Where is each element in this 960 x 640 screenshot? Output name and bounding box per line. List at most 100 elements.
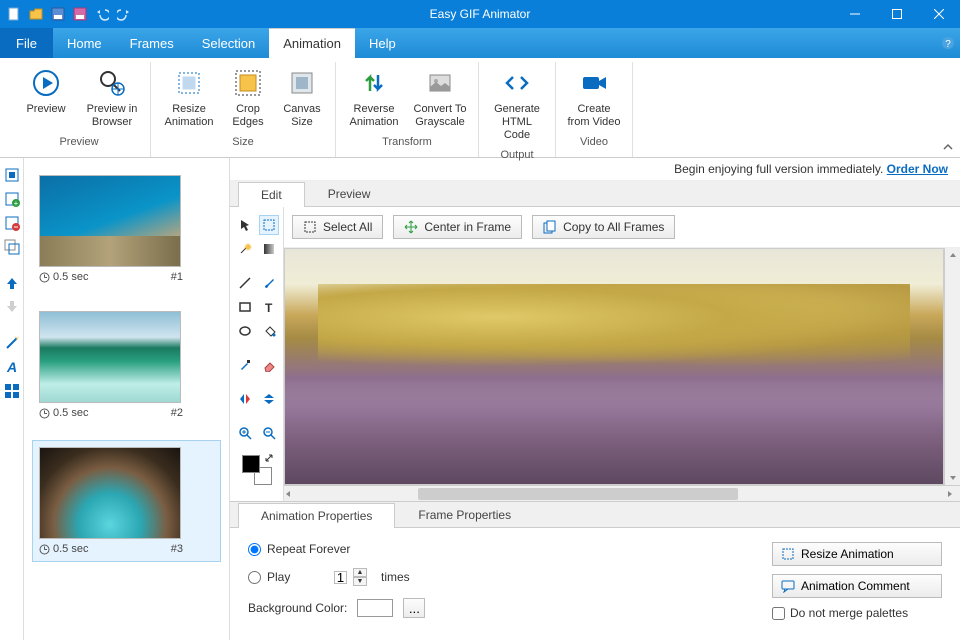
bg-color-swatch[interactable]: [357, 599, 393, 617]
eyedropper-tool-icon[interactable]: [235, 355, 255, 375]
qat-save-icon[interactable]: [50, 6, 66, 22]
ellipse-tool-icon[interactable]: [235, 321, 255, 341]
left-dock: + A: [0, 158, 24, 640]
close-button[interactable]: [918, 0, 960, 28]
dock-delete-frame-icon[interactable]: [3, 214, 21, 232]
frame-thumb[interactable]: 0.5 sec#1: [32, 168, 221, 290]
dock-move-up-icon[interactable]: [3, 274, 21, 292]
canvas-image: [285, 249, 943, 484]
group-video-label: Video: [580, 134, 608, 152]
rect-tool-icon[interactable]: [235, 297, 255, 317]
window-title: Easy GIF Animator: [0, 7, 960, 21]
bg-color-picker-button[interactable]: ...: [403, 598, 425, 618]
tab-selection[interactable]: Selection: [188, 28, 269, 58]
preview-button[interactable]: Preview: [14, 62, 78, 134]
marquee-tool-icon[interactable]: [259, 215, 279, 235]
qat-new-icon[interactable]: [6, 6, 22, 22]
frame-thumb[interactable]: 0.5 sec#3: [32, 440, 221, 562]
svg-text:T: T: [265, 301, 273, 314]
frame-image: [39, 447, 181, 539]
tab-home[interactable]: Home: [53, 28, 116, 58]
text-tool-icon[interactable]: T: [259, 297, 279, 317]
dock-new-frame-icon[interactable]: [3, 166, 21, 184]
group-output-label: Output: [500, 147, 533, 165]
generate-html-button[interactable]: Generate HTML Code: [485, 62, 549, 147]
resize-animation-button[interactable]: Resize Animation: [157, 62, 221, 134]
title-bar: Easy GIF Animator: [0, 0, 960, 28]
promo-bar: Begin enjoying full version immediately.…: [230, 158, 960, 181]
tab-edit[interactable]: Edit: [238, 182, 305, 207]
grayscale-button[interactable]: Convert To Grayscale: [408, 62, 472, 134]
times-spinner[interactable]: ▲▼: [353, 568, 367, 586]
create-from-video-button[interactable]: Create from Video: [562, 62, 626, 134]
dock-text-icon[interactable]: A: [3, 358, 21, 376]
dock-duplicate-icon[interactable]: [3, 238, 21, 256]
eraser-tool-icon[interactable]: [259, 355, 279, 375]
canvas[interactable]: [284, 248, 944, 485]
frame-thumb[interactable]: 0.5 sec#2: [32, 304, 221, 426]
gradient-tool-icon[interactable]: [259, 239, 279, 259]
repeat-forever-radio[interactable]: Repeat Forever: [248, 542, 568, 556]
preview-browser-button[interactable]: Preview in Browser: [80, 62, 144, 134]
crop-edges-button[interactable]: Crop Edges: [223, 62, 273, 134]
ribbon: Preview Preview in Browser Preview Resiz…: [0, 58, 960, 158]
vertical-scrollbar[interactable]: [944, 248, 960, 485]
scrollbar-thumb[interactable]: [418, 488, 738, 500]
dock-move-down-icon[interactable]: [3, 298, 21, 316]
foreground-color-swatch[interactable]: [242, 455, 260, 473]
order-now-link[interactable]: Order Now: [887, 162, 948, 176]
reverse-animation-button[interactable]: Reverse Animation: [342, 62, 406, 134]
tab-animation[interactable]: Animation: [269, 28, 355, 58]
animation-comment-button[interactable]: Animation Comment: [772, 574, 942, 598]
brush-tool-icon[interactable]: [259, 273, 279, 293]
color-swatch[interactable]: [242, 455, 272, 485]
ribbon-collapse-icon[interactable]: [942, 141, 954, 153]
tab-frame-props[interactable]: Frame Properties: [395, 502, 534, 527]
dock-grid-icon[interactable]: [3, 382, 21, 400]
tab-help[interactable]: Help: [355, 28, 410, 58]
minimize-button[interactable]: [834, 0, 876, 28]
svg-text:?: ?: [945, 39, 951, 50]
zoom-in-tool-icon[interactable]: [235, 423, 255, 443]
tab-frames[interactable]: Frames: [116, 28, 188, 58]
qat-open-icon[interactable]: [28, 6, 44, 22]
qat-saveas-icon[interactable]: [72, 6, 88, 22]
editor-tabs: Edit Preview: [230, 181, 960, 207]
properties-panel: Animation Properties Frame Properties Re…: [230, 501, 960, 640]
line-tool-icon[interactable]: [235, 273, 255, 293]
canvas-size-button[interactable]: Canvas Size: [275, 62, 329, 134]
group-transform-label: Transform: [382, 134, 432, 152]
select-all-button[interactable]: Select All: [292, 215, 383, 239]
bucket-tool-icon[interactable]: [259, 321, 279, 341]
svg-text:A: A: [6, 359, 17, 375]
flip-v-tool-icon[interactable]: [259, 389, 279, 409]
menu-bar: File Home Frames Selection Animation Hel…: [0, 28, 960, 58]
resize-animation-side-button[interactable]: Resize Animation: [772, 542, 942, 566]
frame-image: [39, 175, 181, 267]
tool-palette: T: [230, 207, 284, 501]
flip-h-tool-icon[interactable]: [235, 389, 255, 409]
play-radio[interactable]: Play: [248, 570, 328, 584]
frame-image: [39, 311, 181, 403]
zoom-out-tool-icon[interactable]: [259, 423, 279, 443]
qat-redo-icon[interactable]: [116, 6, 132, 22]
frame-strip[interactable]: 0.5 sec#1 0.5 sec#2 0.5 sec#3: [24, 158, 230, 640]
dock-add-frame-icon[interactable]: +: [3, 190, 21, 208]
help-icon[interactable]: ?: [936, 28, 960, 58]
dock-effects-icon[interactable]: [3, 334, 21, 352]
horizontal-scrollbar[interactable]: [284, 485, 960, 501]
main-area: Begin enjoying full version immediately.…: [230, 158, 960, 640]
center-frame-button[interactable]: Center in Frame: [393, 215, 522, 239]
pointer-tool-icon[interactable]: [235, 215, 255, 235]
play-times-input[interactable]: [334, 571, 347, 584]
group-preview-label: Preview: [59, 134, 98, 152]
qat-undo-icon[interactable]: [94, 6, 110, 22]
wand-tool-icon[interactable]: [235, 239, 255, 259]
tab-anim-props[interactable]: Animation Properties: [238, 503, 395, 528]
tab-preview[interactable]: Preview: [305, 181, 394, 206]
group-size-label: Size: [232, 134, 253, 152]
file-menu[interactable]: File: [0, 28, 53, 58]
copy-all-frames-button[interactable]: Copy to All Frames: [532, 215, 675, 239]
merge-palettes-checkbox[interactable]: Do not merge palettes: [772, 606, 942, 620]
maximize-button[interactable]: [876, 0, 918, 28]
